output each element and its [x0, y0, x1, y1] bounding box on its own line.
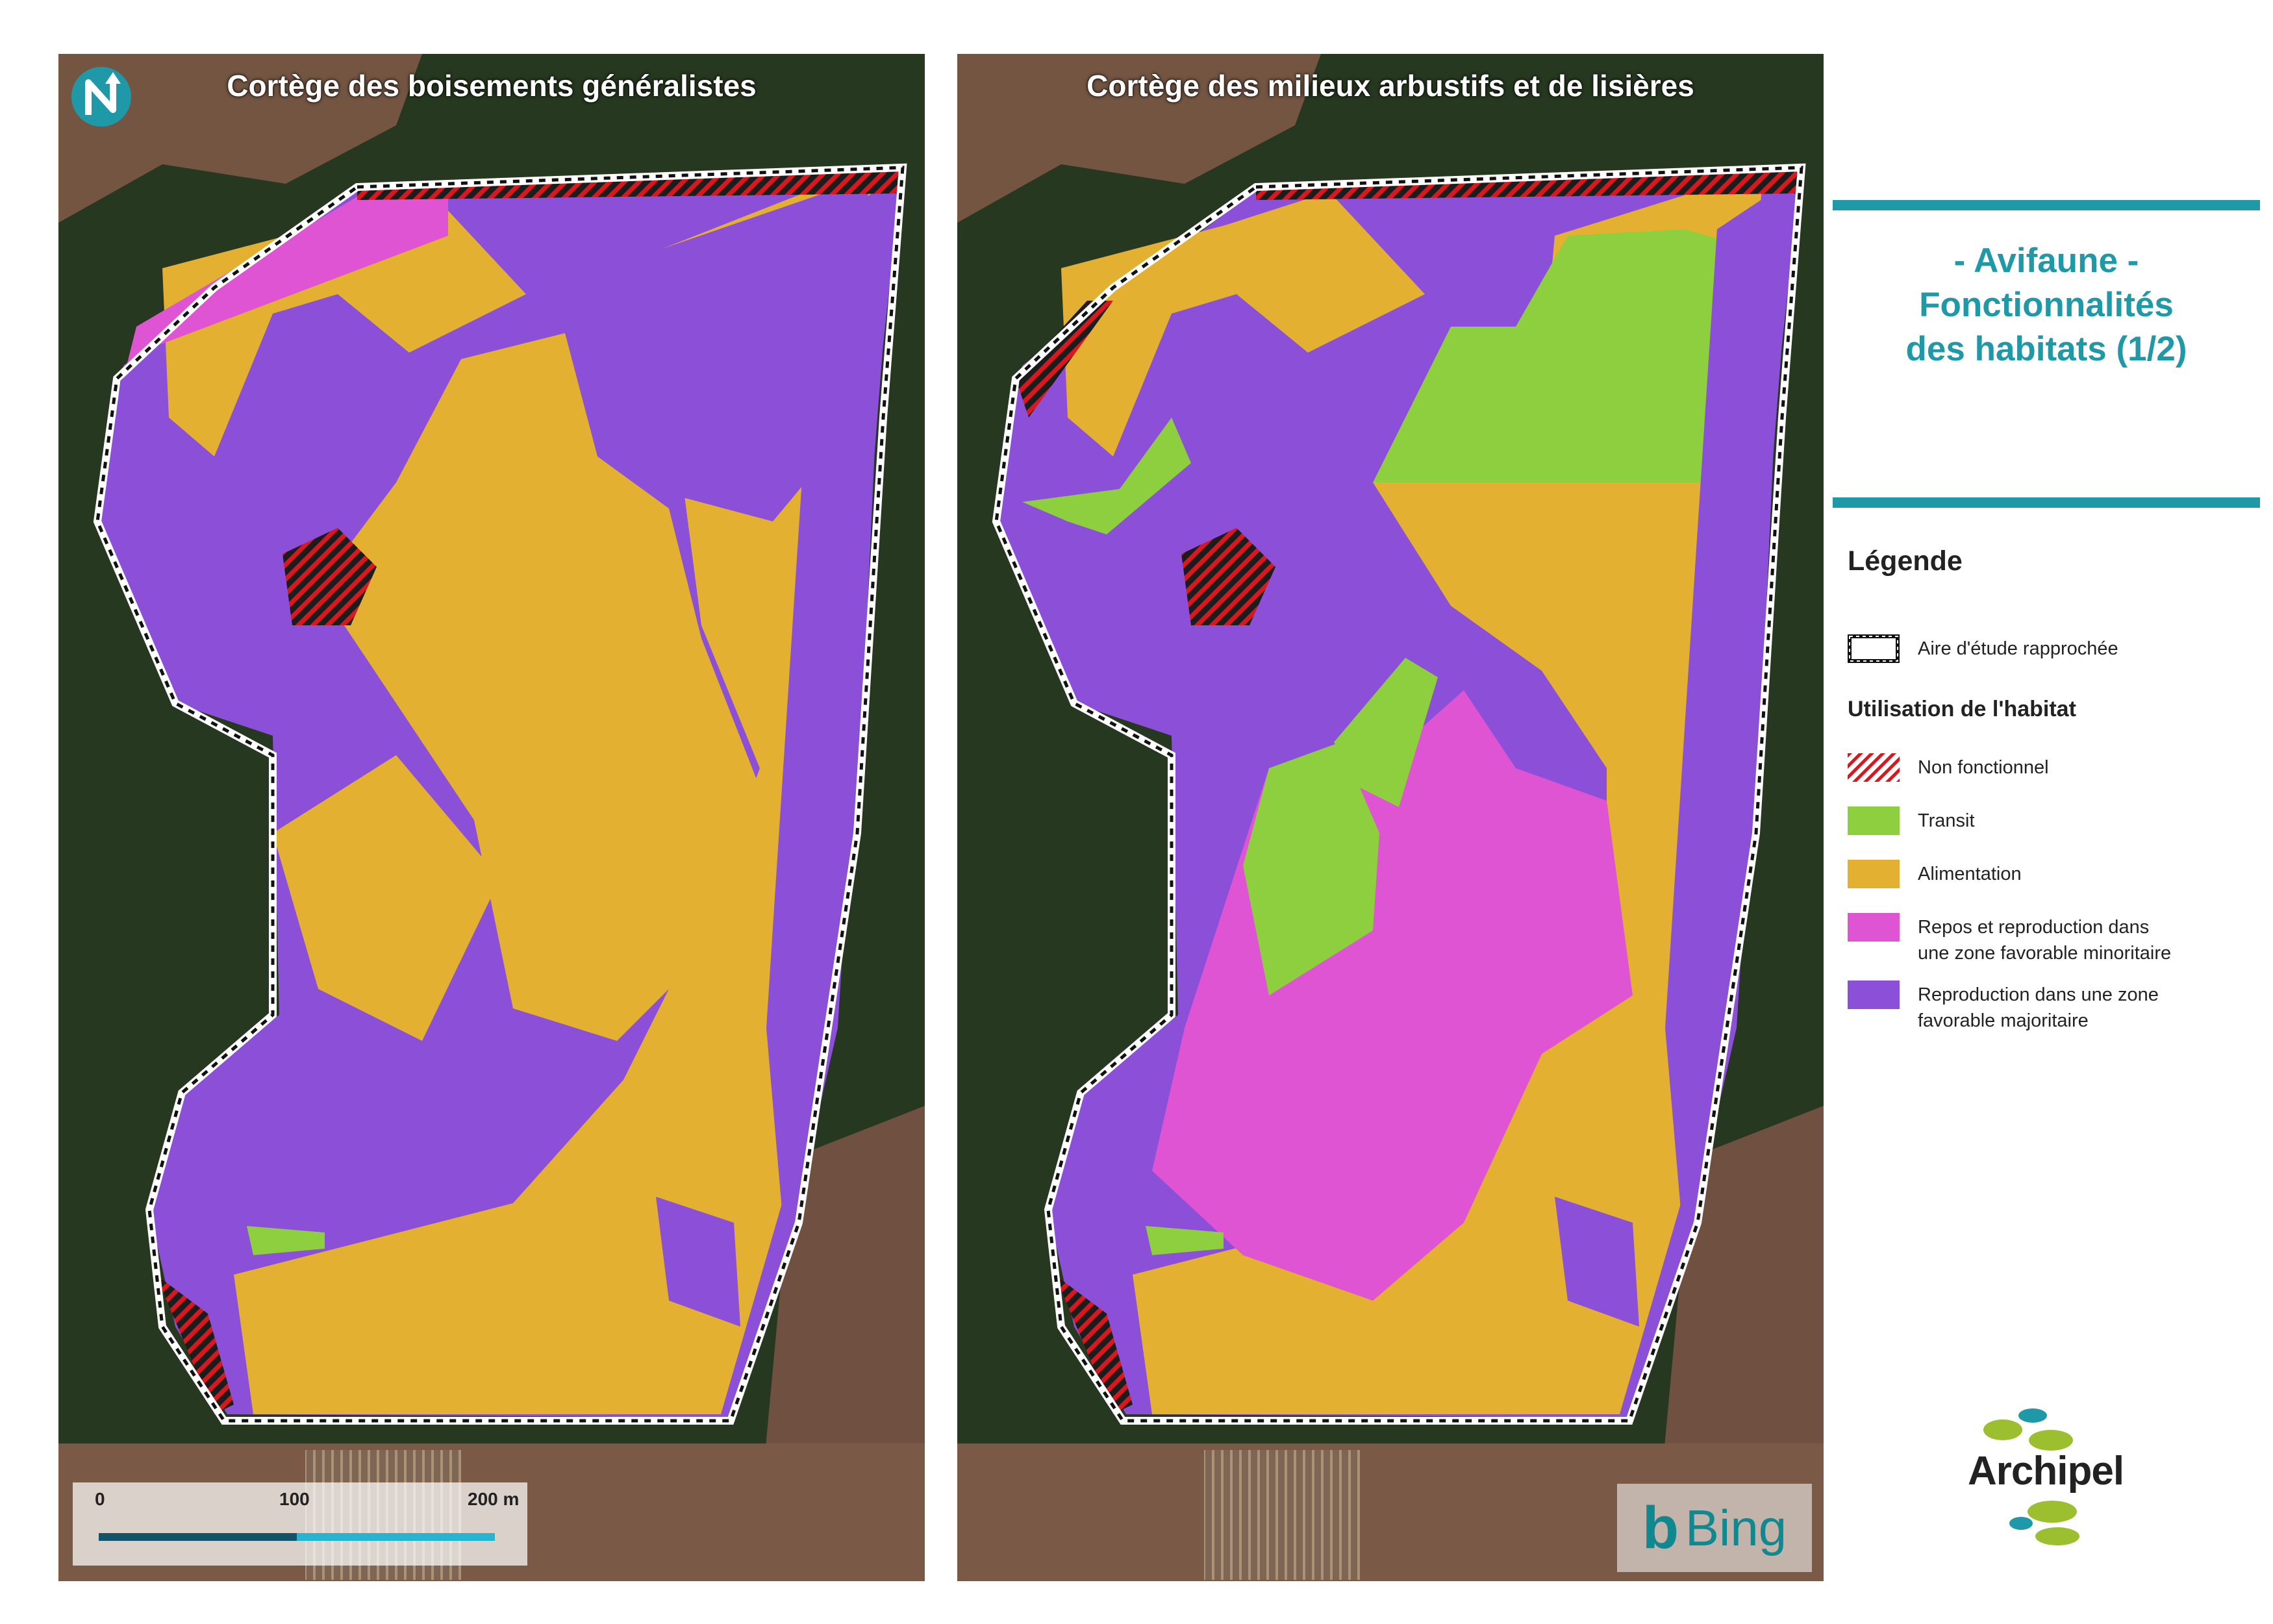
scale-segment-dark [99, 1533, 297, 1541]
legend-label-repos-line-1: Repos et reproduction dans [1918, 917, 2150, 938]
legend-item-alimentation: Alimentation [1848, 855, 2263, 908]
scale-label-100: 100 [279, 1489, 310, 1509]
legend-item-study-area: Aire d'étude rapprochée [1848, 629, 2263, 682]
legend: Légende Aire d'étude rapprochée Utilisat… [1848, 545, 2263, 1043]
title-rule-bottom [1833, 497, 2260, 508]
legend-label-reproduction: Reproduction dans une zone favorable maj… [1918, 982, 2159, 1034]
legend-label-repos-line-2: une zone favorable minoritaire [1918, 943, 2172, 964]
scale-segment-light [297, 1533, 495, 1541]
legend-item-transit: Transit [1848, 801, 2263, 855]
alimentation-swatch [1848, 860, 1900, 888]
legend-label-alimentation: Alimentation [1918, 864, 2022, 884]
legend-item-reproduction: Reproduction dans une zone favorable maj… [1848, 975, 2263, 1043]
map-title-right: Cortège des milieux arbustifs et de lisi… [1086, 69, 1694, 103]
archipel-logo-text: Archipel [1968, 1449, 2124, 1493]
map-panel-generalist-woodland: Cortège des boisements généralistes 0 10… [58, 54, 925, 1581]
bing-icon: b [1642, 1494, 1679, 1561]
title-line-2: Fonctionnalités [1919, 286, 2174, 324]
map-title-left: Cortège des boisements généralistes [227, 69, 757, 103]
legend-item-non-fonctionnel: Non fonctionnel [1848, 748, 2263, 801]
title-rule-top [1833, 200, 2260, 210]
legend-label-repos: Repos et reproduction dans une zone favo… [1918, 914, 2171, 966]
legend-item-repos: Repos et reproduction dans une zone favo… [1848, 908, 2263, 975]
legend-label-reproduction-line-2: favorable majoritaire [1918, 1010, 2089, 1031]
title-line-3: des habitats (1/2) [1905, 330, 2187, 368]
legend-label-study-area: Aire d'étude rapprochée [1918, 638, 2118, 659]
reproduction-swatch [1848, 981, 1900, 1009]
bing-logo: b Bing [1617, 1484, 1812, 1572]
scale-label-0: 0 [95, 1489, 105, 1509]
legend-label-transit: Transit [1918, 810, 1975, 831]
habitat-map-right [957, 54, 1824, 1581]
title-line-1: - Avifaune - [1953, 242, 2139, 280]
bing-credit: Bing [1685, 1499, 1787, 1556]
scale-bar: 0 100 200 m [73, 1482, 527, 1566]
north-arrow-icon [71, 67, 131, 127]
legend-heading: Légende [1848, 545, 1963, 577]
map-panel-shrubland-edges: Cortège des milieux arbustifs et de lisi… [957, 54, 1824, 1581]
habitat-map-left [58, 54, 925, 1581]
page-title: - Avifaune - Fonctionnalités des habitat… [1833, 239, 2260, 371]
transit-swatch [1848, 806, 1900, 835]
legend-label-reproduction-line-1: Reproduction dans une zone [1918, 984, 2159, 1005]
legend-subheading: Utilisation de l'habitat [1848, 697, 2076, 721]
repos-swatch [1848, 913, 1900, 942]
legend-label-non-fonctionnel: Non fonctionnel [1918, 757, 2049, 778]
archipel-logo: Archipel [1961, 1390, 2156, 1565]
scale-label-200: 200 m [468, 1489, 520, 1509]
hatch-swatch [1848, 753, 1900, 782]
study-area-swatch [1848, 634, 1900, 663]
vineyard-plot [1204, 1450, 1360, 1580]
